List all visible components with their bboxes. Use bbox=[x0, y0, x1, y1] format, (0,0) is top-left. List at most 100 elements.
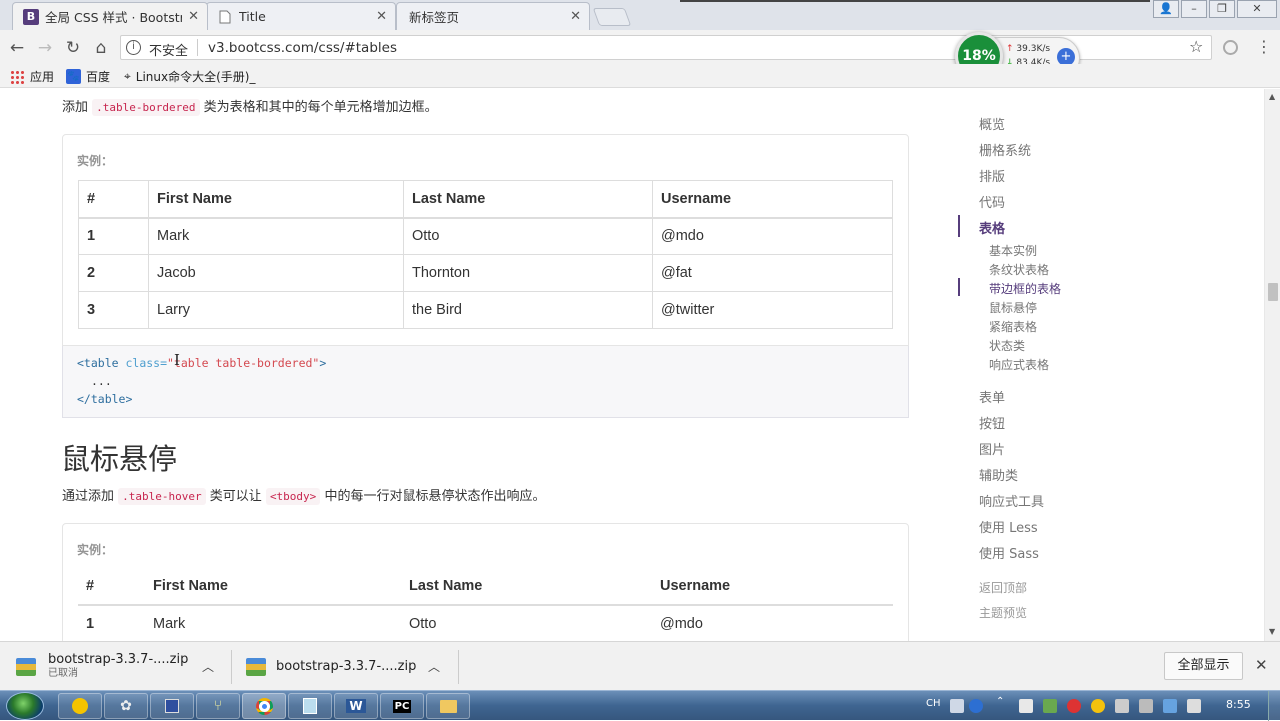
sidebar-item-responsive-utilities[interactable]: 响应式工具 bbox=[979, 491, 1044, 510]
taskbar-app-qq[interactable] bbox=[58, 693, 102, 719]
download-status: 已取消 bbox=[48, 667, 78, 679]
sidebar-subitem-striped[interactable]: 条纹状表格 bbox=[989, 261, 1049, 278]
sidebar-item-sass[interactable]: 使用 Sass bbox=[979, 543, 1039, 562]
sidebar-subitem-hover[interactable]: 鼠标悬停 bbox=[989, 299, 1037, 316]
bookmark-linux[interactable]: ⌖ Linux命令大全(手册)_ bbox=[124, 68, 255, 85]
tray-expand-icon[interactable]: ⌃ bbox=[996, 696, 1004, 707]
download-item[interactable]: bootstrap-3.3.7-....zip 已取消 ︿ bbox=[16, 642, 226, 691]
inline-code: <tbody> bbox=[265, 488, 321, 505]
taskbar-app-save[interactable] bbox=[150, 693, 194, 719]
tray-window-icon[interactable] bbox=[1139, 699, 1153, 713]
ime-indicator[interactable]: CH bbox=[926, 698, 941, 709]
scroll-down-icon[interactable]: ▼ bbox=[1269, 627, 1275, 636]
close-icon[interactable]: ✕ bbox=[570, 9, 581, 24]
forward-arrow-icon[interactable]: → bbox=[34, 37, 56, 59]
download-filename: bootstrap-3.3.7-....zip bbox=[48, 651, 189, 667]
taskbar-app-word[interactable]: W bbox=[334, 693, 378, 719]
divider bbox=[458, 650, 459, 684]
show-all-button[interactable]: 全部显示 bbox=[1164, 652, 1243, 680]
taskbar-app-explorer[interactable] bbox=[426, 693, 470, 719]
download-item[interactable]: bootstrap-3.3.7-....zip ︿ bbox=[246, 642, 456, 691]
sidebar-subitem-condensed[interactable]: 紧缩表格 bbox=[989, 318, 1037, 335]
sidebar-subitem-states[interactable]: 状态类 bbox=[989, 337, 1025, 354]
sidebar-item-tables[interactable]: 表格 bbox=[979, 218, 1005, 237]
sidebar-subitem-responsive[interactable]: 响应式表格 bbox=[989, 356, 1049, 373]
show-desktop-button[interactable] bbox=[1268, 691, 1280, 721]
row-number: 1 bbox=[78, 604, 145, 641]
start-button[interactable] bbox=[6, 692, 44, 720]
chevron-up-icon[interactable]: ︿ bbox=[428, 658, 440, 675]
download-filename: bootstrap-3.3.7-....zip bbox=[276, 659, 417, 674]
menu-dots-icon[interactable]: ⋮ bbox=[1256, 37, 1272, 56]
intro-text: 通过添加 bbox=[62, 489, 115, 504]
home-icon[interactable]: ⌂ bbox=[90, 37, 112, 59]
taskbar-app-chrome[interactable] bbox=[242, 693, 286, 719]
sidebar-item-helpers[interactable]: 辅助类 bbox=[979, 465, 1018, 484]
scroll-up-icon[interactable]: ▲ bbox=[1269, 92, 1275, 101]
chevron-up-icon[interactable]: ︿ bbox=[202, 658, 214, 675]
taskbar-app-tool[interactable]: ✿ bbox=[104, 693, 148, 719]
clock-time[interactable]: 8:55 bbox=[1226, 698, 1251, 711]
table-cell: Otto bbox=[401, 604, 652, 641]
sidebar-item-typography[interactable]: 排版 bbox=[979, 166, 1005, 185]
sidebar-item-grid[interactable]: 栅格系统 bbox=[979, 140, 1031, 159]
window-close-icon[interactable]: ✕ bbox=[1237, 0, 1277, 18]
volume-icon[interactable] bbox=[1187, 699, 1201, 713]
vertical-scrollbar[interactable]: ▲ ▼ bbox=[1264, 89, 1280, 641]
tab-title: 新标签页 bbox=[409, 10, 460, 25]
sidebar-item-forms[interactable]: 表单 bbox=[979, 387, 1005, 406]
network-icon[interactable] bbox=[1163, 699, 1177, 713]
cloud-icon[interactable] bbox=[1019, 699, 1033, 713]
sidebar-item-code[interactable]: 代码 bbox=[979, 192, 1005, 211]
usb-icon[interactable] bbox=[1115, 699, 1129, 713]
sidebar-item-buttons[interactable]: 按钮 bbox=[979, 413, 1005, 432]
keyboard-icon[interactable] bbox=[950, 699, 964, 713]
close-icon[interactable]: ✕ bbox=[376, 9, 387, 24]
url-text[interactable]: v3.bootcss.com/css/#tables bbox=[208, 40, 397, 56]
bookmark-star-icon[interactable]: ☆ bbox=[1189, 37, 1203, 56]
bookmark-apps[interactable]: 应用 bbox=[10, 68, 54, 85]
back-arrow-icon[interactable]: ← bbox=[6, 37, 28, 59]
taskbar-app-notepad[interactable] bbox=[288, 693, 332, 719]
scroll-thumb[interactable] bbox=[1268, 283, 1278, 301]
row-number: 2 bbox=[78, 254, 149, 292]
header-cell: First Name bbox=[145, 568, 401, 606]
zip-archive-icon bbox=[246, 657, 266, 676]
tab-bootstrap-css[interactable]: B 全局 CSS 样式 · Bootstra ✕ bbox=[12, 2, 208, 30]
tab-title: Title bbox=[239, 9, 266, 24]
baidu-paw-icon: 🐾 bbox=[66, 69, 81, 84]
taskbar-app-git[interactable]: ⑂ bbox=[196, 693, 240, 719]
sidebar-item-images[interactable]: 图片 bbox=[979, 439, 1005, 458]
close-icon[interactable]: ✕ bbox=[188, 9, 199, 24]
minimize-icon[interactable]: – bbox=[1181, 0, 1207, 18]
help-icon[interactable] bbox=[969, 699, 983, 713]
bordered-intro: 添加 .table-bordered 类为表格和其中的每个单元格增加边框。 bbox=[62, 96, 438, 116]
folder-icon bbox=[439, 699, 457, 713]
table-cell: @twitter bbox=[652, 291, 893, 329]
record-icon[interactable] bbox=[1067, 699, 1081, 713]
sidebar-item-less[interactable]: 使用 Less bbox=[979, 517, 1038, 536]
bordered-table: # First Name Last Name Username 1 Mark O… bbox=[78, 180, 893, 329]
close-icon[interactable]: ✕ bbox=[1255, 656, 1268, 674]
tab-new-tab[interactable]: 新标签页 ✕ bbox=[396, 2, 590, 30]
bootstrap-favicon-icon: B bbox=[23, 8, 39, 25]
linux-command-icon: ⌖ bbox=[124, 69, 131, 83]
restore-icon[interactable]: ❐ bbox=[1209, 0, 1235, 18]
sidebar-subitem-bordered[interactable]: 带边框的表格 bbox=[989, 280, 1061, 297]
bookmark-baidu[interactable]: 🐾 百度 bbox=[66, 68, 110, 85]
extension-icon[interactable] bbox=[1223, 40, 1238, 55]
tray-plus-icon[interactable] bbox=[1091, 699, 1105, 713]
tab-title-page[interactable]: Title ✕ bbox=[206, 2, 396, 30]
reload-icon[interactable]: ↻ bbox=[62, 37, 84, 59]
tool-icon: ✿ bbox=[120, 698, 132, 714]
sidebar-subitem-basic[interactable]: 基本实例 bbox=[989, 242, 1037, 259]
theme-preview-link[interactable]: 主题预览 bbox=[979, 604, 1027, 621]
taskbar-app-pycharm[interactable]: PC bbox=[380, 693, 424, 719]
chrome-icon bbox=[255, 697, 273, 715]
sidebar-item-overview[interactable]: 概览 bbox=[979, 114, 1005, 133]
new-tab-button[interactable] bbox=[592, 8, 632, 26]
user-icon[interactable]: 👤 bbox=[1153, 0, 1179, 18]
info-icon[interactable]: i bbox=[126, 40, 141, 55]
tray-app-icon[interactable] bbox=[1043, 699, 1057, 713]
back-to-top-link[interactable]: 返回顶部 bbox=[979, 579, 1027, 596]
